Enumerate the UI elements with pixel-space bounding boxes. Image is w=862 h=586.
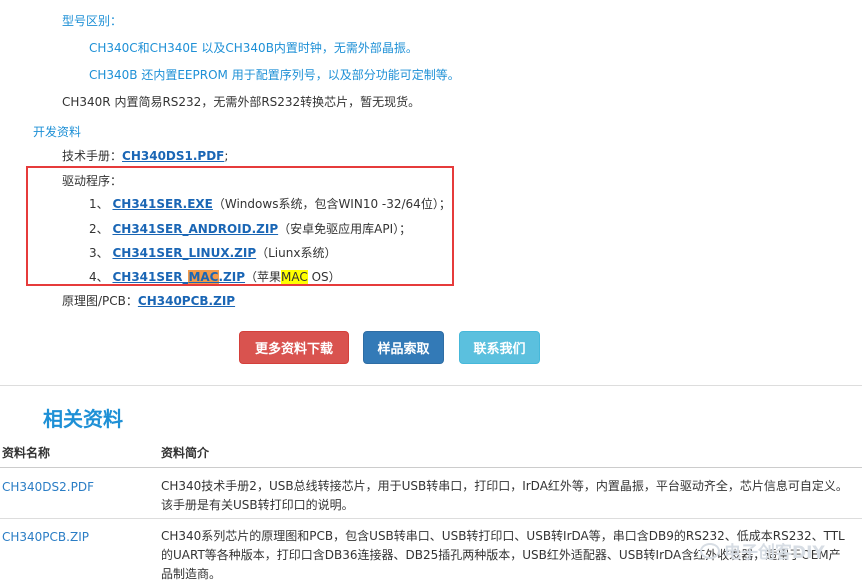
more-downloads-button[interactable]: 更多资料下载 — [239, 331, 349, 364]
driver-num: 2、 — [89, 222, 109, 236]
driver-item-1: 1、 CH341SER.EXE（Windows系统，包含WIN10 -32/64… — [89, 195, 451, 212]
column-header-desc: 资料简介 — [161, 446, 210, 460]
manual-label: 技术手册： — [62, 149, 123, 163]
manual-link[interactable]: CH340DS1.PDF — [122, 149, 224, 163]
driver-link-android[interactable]: CH341SER_ANDROID.ZIP — [112, 222, 278, 236]
driver-desc-post: OS） — [307, 270, 341, 284]
driver-item-2: 2、 CH341SER_ANDROID.ZIP（安卓免驱应用库API）； — [89, 220, 411, 237]
model-note-1: CH340C和CH340E 以及CH340B内置时钟，无需外部晶振。 — [89, 41, 418, 55]
wechat-icon — [700, 542, 720, 559]
driver-link-linux[interactable]: CH341SER_LINUX.ZIP — [112, 246, 256, 260]
section-divider — [0, 385, 862, 386]
driver-num: 4、 — [89, 270, 109, 284]
driver-desc: （Windows系统，包含WIN10 -32/64位）； — [212, 197, 451, 211]
model-note-2: CH340B 还内置EEPROM 用于配置序列号，以及部分功能可定制等。 — [89, 68, 460, 82]
driver-num: 1、 — [89, 197, 109, 211]
driver-desc-highlight: MAC — [281, 270, 308, 284]
related-title: 相关资料 — [43, 407, 123, 431]
model-heading: 型号区别： — [62, 14, 123, 28]
table-header-divider — [0, 467, 862, 468]
resource-link-pcb[interactable]: CH340PCB.ZIP — [2, 530, 89, 544]
column-header-name: 资料名称 — [2, 446, 51, 460]
contact-us-button[interactable]: 联系我们 — [459, 331, 540, 364]
driver-link-mac-pre: CH341SER_ — [112, 270, 189, 284]
driver-label: 驱动程序： — [62, 174, 123, 188]
schematic-label: 原理图/PCB： — [62, 294, 138, 308]
driver-link-mac-post: .ZIP — [218, 270, 246, 284]
table-row-divider — [0, 518, 862, 519]
resource-link-ds2[interactable]: CH340DS2.PDF — [2, 480, 94, 494]
sample-request-button[interactable]: 样品索取 — [363, 331, 444, 364]
dev-heading: 开发资料 — [33, 125, 82, 139]
driver-num: 3、 — [89, 246, 109, 260]
resource-desc: CH340技术手册2，USB总线转接芯片，用于USB转串口，打印口，IrDA红外… — [161, 479, 848, 512]
schematic-row: 原理图/PCB：CH340PCB.ZIP — [62, 292, 235, 309]
watermark-text: 电子创客DIY — [724, 543, 825, 563]
watermark: 电子创客DIY — [700, 538, 825, 563]
driver-link-mac[interactable]: CH341SER_MAC.ZIP — [112, 270, 245, 284]
driver-desc: （安卓免驱应用库API）； — [278, 222, 412, 236]
driver-item-3: 3、 CH341SER_LINUX.ZIP（Liunx系统） — [89, 244, 336, 261]
driver-desc-pre: （苹果 — [245, 270, 282, 284]
driver-item-4: 4、 CH341SER_MAC.ZIP（苹果MAC OS） — [89, 268, 341, 285]
schematic-link[interactable]: CH340PCB.ZIP — [138, 294, 235, 308]
manual-row: 技术手册：CH340DS1.PDF; — [62, 147, 228, 164]
driver-desc: （Liunx系统） — [256, 246, 337, 260]
driver-link-mac-highlight: MAC — [188, 270, 219, 284]
manual-suffix: ; — [224, 149, 229, 163]
driver-link-windows[interactable]: CH341SER.EXE — [112, 197, 212, 211]
model-note-3: CH340R 内置简易RS232，无需外部RS232转换芯片，暂无现货。 — [62, 95, 421, 109]
